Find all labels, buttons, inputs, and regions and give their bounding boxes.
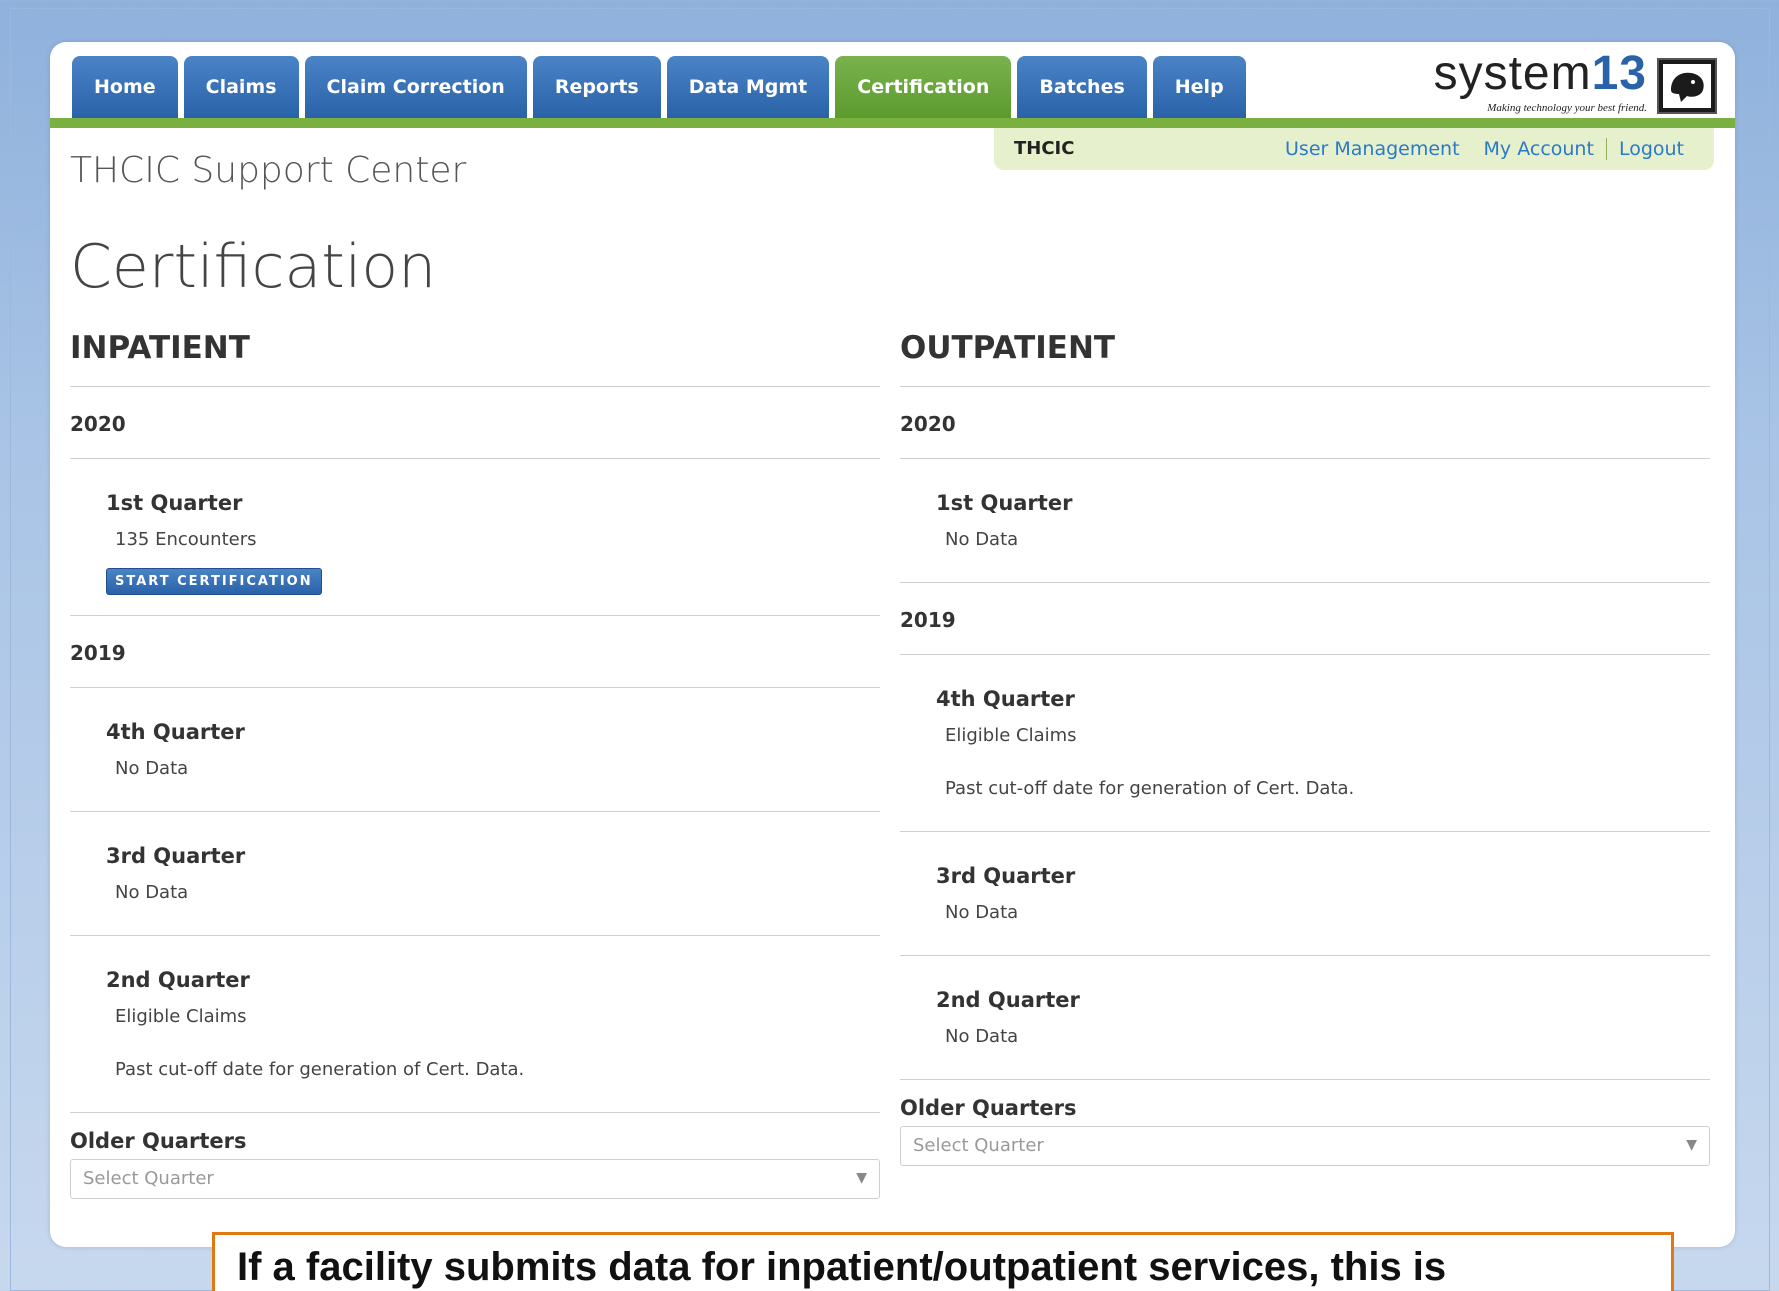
tab-certification[interactable]: Certification <box>835 56 1012 118</box>
quarter-item: 3rd Quarter No Data <box>900 832 1710 955</box>
dog-logo-icon <box>1657 58 1717 114</box>
my-account-link[interactable]: My Account <box>1472 138 1606 160</box>
quarter-status: No Data <box>115 758 189 779</box>
quarter-item: 3rd Quarter No Data <box>70 812 880 935</box>
tab-home[interactable]: Home <box>72 56 178 118</box>
quarter-title: 4th Quarter <box>106 720 245 744</box>
divider <box>70 1112 880 1113</box>
tab-claim-correction[interactable]: Claim Correction <box>304 56 527 118</box>
system13-logo: system13 Making technology your best fri… <box>1377 47 1717 120</box>
quarter-title: 1st Quarter <box>106 491 243 515</box>
outpatient-column: OUTPATIENT 2020 1st Quarter No Data 2019… <box>900 330 1710 1166</box>
quarter-status: Eligible Claims <box>945 725 1077 746</box>
logout-link[interactable]: Logout <box>1605 138 1696 160</box>
user-links: User Management My Account Logout <box>1273 138 1696 160</box>
select-placeholder: Select Quarter <box>83 1168 214 1189</box>
app-panel: Home Claims Claim Correction Reports Dat… <box>50 42 1735 1247</box>
quarter-status: No Data <box>945 902 1019 923</box>
quarter-item: 1st Quarter 135 Encounters START CERTIFI… <box>70 459 880 615</box>
older-quarters-select[interactable]: Select Quarter ▼ <box>900 1126 1710 1166</box>
user-management-link[interactable]: User Management <box>1273 138 1472 160</box>
page-title: Certification <box>70 232 437 302</box>
quarter-status: 135 Encounters <box>115 529 257 550</box>
dropdown-arrow-icon: ▼ <box>856 1170 867 1186</box>
quarter-item: 1st Quarter No Data <box>900 459 1710 582</box>
tab-reports[interactable]: Reports <box>532 56 661 118</box>
annotation-callout: If a facility submits data for inpatient… <box>212 1232 1674 1291</box>
older-quarters-label: Older Quarters <box>70 1129 247 1153</box>
quarter-title: 2nd Quarter <box>936 988 1080 1012</box>
main-nav: Home Claims Claim Correction Reports Dat… <box>72 56 1252 118</box>
quarter-status: No Data <box>115 882 189 903</box>
older-quarters-label: Older Quarters <box>900 1096 1077 1120</box>
logo-brand: system <box>1433 47 1592 100</box>
tab-data-mgmt[interactable]: Data Mgmt <box>666 56 830 118</box>
tab-claims[interactable]: Claims <box>183 56 299 118</box>
year-heading: 2020 <box>70 412 126 436</box>
site-title: THCIC Support Center <box>70 150 467 191</box>
inpatient-heading: INPATIENT <box>70 330 250 366</box>
nav-accent-bar <box>50 118 1735 128</box>
logo-brand-number: 13 <box>1591 47 1647 100</box>
year-heading: 2019 <box>70 641 126 665</box>
tab-help[interactable]: Help <box>1152 56 1246 118</box>
quarter-item: 2nd Quarter Eligible Claims Past cut-off… <box>70 936 880 1112</box>
inpatient-column: INPATIENT 2020 1st Quarter 135 Encounter… <box>70 330 880 1199</box>
year-heading: 2019 <box>900 608 956 632</box>
start-certification-button[interactable]: START CERTIFICATION <box>106 568 322 595</box>
quarter-note: Past cut-off date for generation of Cert… <box>945 778 1355 799</box>
divider <box>900 1079 1710 1080</box>
quarter-item: 2nd Quarter No Data <box>900 956 1710 1079</box>
quarter-item: 4th Quarter No Data <box>70 688 880 811</box>
select-placeholder: Select Quarter <box>913 1135 1044 1156</box>
tab-batches[interactable]: Batches <box>1017 56 1147 118</box>
quarter-note: Past cut-off date for generation of Cert… <box>115 1059 525 1080</box>
quarter-title: 3rd Quarter <box>936 864 1076 888</box>
user-bar: THCIC User Management My Account Logout <box>994 128 1714 170</box>
quarter-title: 3rd Quarter <box>106 844 246 868</box>
dropdown-arrow-icon: ▼ <box>1686 1137 1697 1153</box>
outpatient-heading: OUTPATIENT <box>900 330 1116 366</box>
quarter-title: 4th Quarter <box>936 687 1075 711</box>
quarter-title: 1st Quarter <box>936 491 1073 515</box>
quarter-status: Eligible Claims <box>115 1006 247 1027</box>
logo-tagline: Making technology your best friend. <box>1487 102 1647 114</box>
quarter-status: No Data <box>945 529 1019 550</box>
older-quarters-select[interactable]: Select Quarter ▼ <box>70 1159 880 1199</box>
org-name: THCIC <box>1014 138 1075 159</box>
logo-wordmark: system13 <box>1434 46 1647 101</box>
quarter-item: 4th Quarter Eligible Claims Past cut-off… <box>900 655 1710 831</box>
year-heading: 2020 <box>900 412 956 436</box>
quarter-title: 2nd Quarter <box>106 968 250 992</box>
quarter-status: No Data <box>945 1026 1019 1047</box>
